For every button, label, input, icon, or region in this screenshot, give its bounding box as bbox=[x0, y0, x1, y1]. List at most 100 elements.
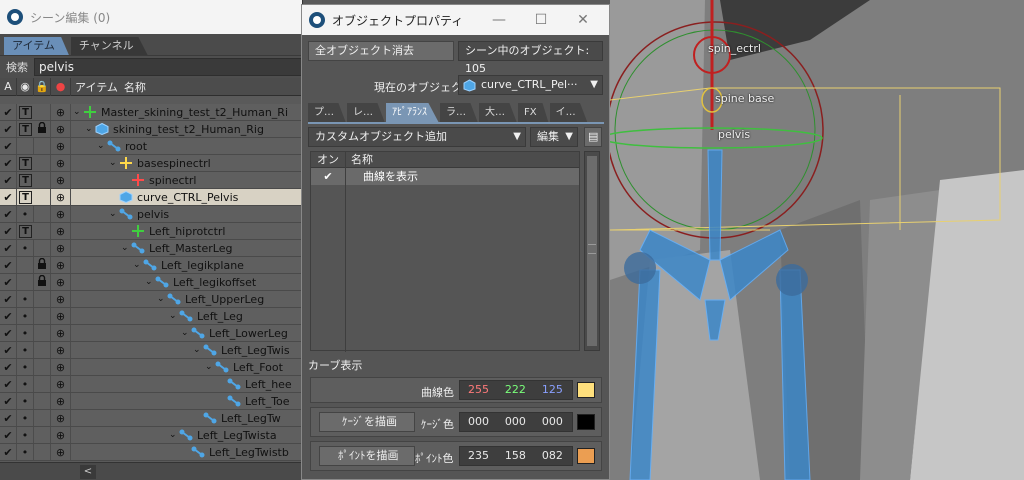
tab-property-1[interactable]: レ… bbox=[347, 103, 385, 123]
enable-checkbox[interactable]: ✔ bbox=[0, 223, 17, 239]
table-row[interactable]: ✔ T ⊕ spinectrl bbox=[0, 172, 303, 189]
table-row[interactable]: ✔ ⊕ ⌄ root bbox=[0, 138, 303, 155]
lock-icon[interactable] bbox=[34, 240, 51, 256]
visibility-toggle[interactable]: • bbox=[17, 393, 34, 409]
enable-checkbox[interactable]: ✔ bbox=[0, 189, 17, 205]
draw-cage-button[interactable]: ｹｰｼﾞを描画 bbox=[319, 412, 415, 432]
lock-column-icon[interactable]: 🔒 bbox=[34, 77, 51, 96]
cage-color-values[interactable]: 000 000 000 bbox=[459, 412, 573, 432]
visibility-toggle[interactable]: • bbox=[17, 410, 34, 426]
expand-chevron-icon[interactable]: ⌄ bbox=[109, 209, 119, 219]
table-row[interactable]: ✔ ⊕ ⌄ Left_legikplane bbox=[0, 257, 303, 274]
3d-viewport[interactable]: spin_ectrl spine base pelvis bbox=[610, 0, 1024, 480]
table-row[interactable]: ✔ • ⊕ Left_Toe bbox=[0, 393, 303, 410]
color-tag-icon[interactable]: ⊕ bbox=[51, 172, 71, 188]
expand-chevron-icon[interactable]: ⌄ bbox=[145, 277, 155, 287]
lock-icon[interactable] bbox=[34, 189, 51, 205]
enable-checkbox[interactable]: ✔ bbox=[0, 427, 17, 443]
expand-chevron-icon[interactable]: ⌄ bbox=[85, 124, 95, 134]
color-tag-icon[interactable]: ⊕ bbox=[51, 274, 71, 290]
enable-checkbox[interactable]: ✔ bbox=[0, 121, 17, 137]
lock-icon[interactable] bbox=[34, 427, 51, 443]
close-icon[interactable]: ✕ bbox=[563, 5, 603, 35]
visibility-toggle[interactable]: T bbox=[19, 105, 32, 119]
table-row[interactable]: ✔ T ⊕ Left_hiprotctrl bbox=[0, 223, 303, 240]
edit-menu[interactable]: 編集 ▼ bbox=[530, 127, 578, 147]
table-row[interactable]: ✔ • ⊕ ⌄ Left_LowerLeg bbox=[0, 325, 303, 342]
list-header-name[interactable]: 名称 bbox=[345, 152, 373, 167]
maximize-icon[interactable]: ☐ bbox=[521, 5, 561, 35]
table-row[interactable]: ✔ • ⊕ ⌄ Left_Foot bbox=[0, 359, 303, 376]
visibility-toggle[interactable]: • bbox=[17, 359, 34, 375]
visibility-toggle[interactable]: T bbox=[19, 190, 32, 204]
point-color-swatch[interactable] bbox=[577, 448, 595, 464]
lock-icon[interactable] bbox=[34, 444, 51, 460]
curve-color-values[interactable]: 255 222 125 bbox=[459, 380, 573, 400]
visibility-toggle[interactable] bbox=[17, 257, 34, 273]
lock-icon[interactable] bbox=[34, 155, 51, 171]
draw-point-button[interactable]: ﾎﾟｲﾝﾄを描画 bbox=[319, 446, 415, 466]
color-tag-icon[interactable]: ⊕ bbox=[51, 410, 71, 426]
lock-icon[interactable] bbox=[34, 223, 51, 239]
visibility-toggle[interactable]: T bbox=[19, 122, 32, 136]
visibility-toggle[interactable]: • bbox=[17, 427, 34, 443]
visibility-toggle[interactable]: T bbox=[19, 224, 32, 238]
curve-color-swatch[interactable] bbox=[577, 382, 595, 398]
color-tag-icon[interactable]: ⊕ bbox=[51, 427, 71, 443]
expand-chevron-icon[interactable]: ⌄ bbox=[157, 294, 167, 304]
expand-chevron-icon[interactable]: ⌄ bbox=[97, 141, 107, 151]
enable-checkbox[interactable]: ✔ bbox=[0, 155, 17, 171]
expand-chevron-icon[interactable]: ⌄ bbox=[133, 260, 143, 270]
visibility-eye-icon[interactable]: ◉ bbox=[17, 77, 34, 96]
table-row[interactable]: ✔ • ⊕ ⌄ Left_MasterLeg bbox=[0, 240, 303, 257]
tab-property-6[interactable]: イ… bbox=[549, 103, 588, 123]
lock-icon[interactable] bbox=[34, 274, 51, 290]
table-row[interactable]: ✔ T ⊕ ⌄ basespinectrl bbox=[0, 155, 303, 172]
table-row[interactable]: ✔ • ⊕ Left_hee bbox=[0, 376, 303, 393]
lock-icon[interactable] bbox=[34, 342, 51, 358]
enable-checkbox[interactable]: ✔ bbox=[0, 240, 17, 256]
list-item-on-checkbox[interactable]: ✔ bbox=[311, 168, 345, 185]
visibility-toggle[interactable]: T bbox=[19, 156, 32, 170]
table-row[interactable]: ✔ • ⊕ ⌄ pelvis bbox=[0, 206, 303, 223]
tab-property-0[interactable]: プ… bbox=[308, 103, 346, 123]
color-tag-icon[interactable]: ⊕ bbox=[51, 155, 71, 171]
table-row[interactable]: ✔ • ⊕ ⌄ Left_UpperLeg bbox=[0, 291, 303, 308]
properties-title-bar[interactable]: オブジェクトプロパティ — ☐ ✕ bbox=[302, 5, 609, 35]
search-input[interactable]: pelvis bbox=[34, 58, 302, 76]
enable-checkbox[interactable]: ✔ bbox=[0, 291, 17, 307]
color-tag-icon[interactable]: ⊕ bbox=[51, 257, 71, 273]
color-tag-icon[interactable]: ⊕ bbox=[51, 325, 71, 341]
table-row[interactable]: ✔ T ⊕ curve_CTRL_Pelvis bbox=[0, 189, 303, 206]
visibility-toggle[interactable] bbox=[17, 138, 34, 154]
color-tag-icon[interactable]: ⊕ bbox=[51, 189, 71, 205]
column-item[interactable]: アイテム bbox=[71, 79, 118, 95]
enable-checkbox[interactable]: ✔ bbox=[0, 325, 17, 341]
column-name[interactable]: 名称 bbox=[118, 79, 146, 95]
table-row[interactable]: ✔ • ⊕ Left_LegTw bbox=[0, 410, 303, 427]
enable-checkbox[interactable]: ✔ bbox=[0, 342, 17, 358]
lock-icon[interactable] bbox=[34, 172, 51, 188]
table-row[interactable]: ✔ • ⊕ ⌄ Left_LegTwista bbox=[0, 427, 303, 444]
enable-checkbox[interactable]: ✔ bbox=[0, 257, 17, 273]
table-row[interactable]: ✔ • ⊕ ⌄ Left_Leg bbox=[0, 308, 303, 325]
table-row[interactable]: ✔ ⊕ ⌄ Left_legikoffset bbox=[0, 274, 303, 291]
point-color-values[interactable]: 235 158 082 bbox=[459, 446, 573, 466]
lock-icon[interactable] bbox=[34, 138, 51, 154]
lock-icon[interactable] bbox=[34, 206, 51, 222]
color-tag-icon[interactable]: ⊕ bbox=[51, 223, 71, 239]
color-tag-icon[interactable]: ⊕ bbox=[51, 291, 71, 307]
color-tag-icon[interactable]: ⊕ bbox=[51, 206, 71, 222]
horizontal-scrollbar[interactable]: < bbox=[0, 462, 303, 480]
enable-checkbox[interactable]: ✔ bbox=[0, 274, 17, 290]
clipboard-icon[interactable]: ▤ bbox=[584, 127, 602, 147]
current-object-select[interactable]: curve_CTRL_Pel··· ▼ bbox=[458, 75, 603, 95]
tab-channels[interactable]: チャンネル bbox=[70, 37, 148, 55]
color-tag-icon[interactable]: ⊕ bbox=[51, 393, 71, 409]
list-item[interactable]: ✔ 曲線を表示 bbox=[311, 168, 579, 185]
visibility-toggle[interactable]: • bbox=[17, 444, 34, 460]
enable-checkbox[interactable]: ✔ bbox=[0, 376, 17, 392]
expand-chevron-icon[interactable]: ⌄ bbox=[109, 158, 119, 168]
visibility-toggle[interactable]: T bbox=[19, 173, 32, 187]
visibility-toggle[interactable]: • bbox=[17, 376, 34, 392]
